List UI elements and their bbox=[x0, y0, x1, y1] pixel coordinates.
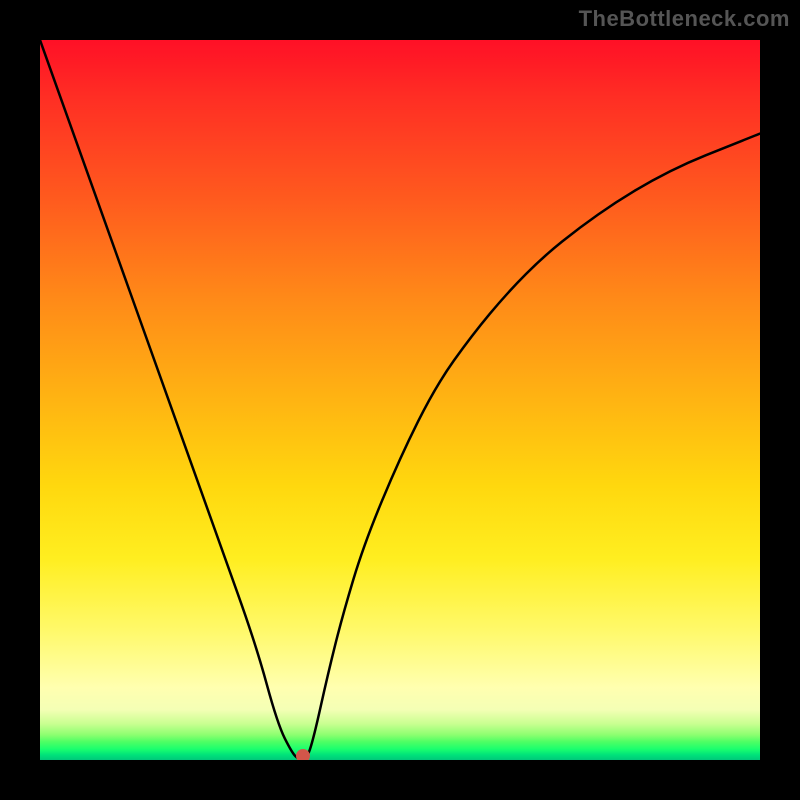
optimal-point-marker bbox=[296, 749, 310, 760]
plot-area bbox=[40, 40, 760, 760]
watermark-text: TheBottleneck.com bbox=[579, 6, 790, 32]
bottleneck-curve bbox=[40, 40, 760, 760]
chart-frame: TheBottleneck.com bbox=[0, 0, 800, 800]
